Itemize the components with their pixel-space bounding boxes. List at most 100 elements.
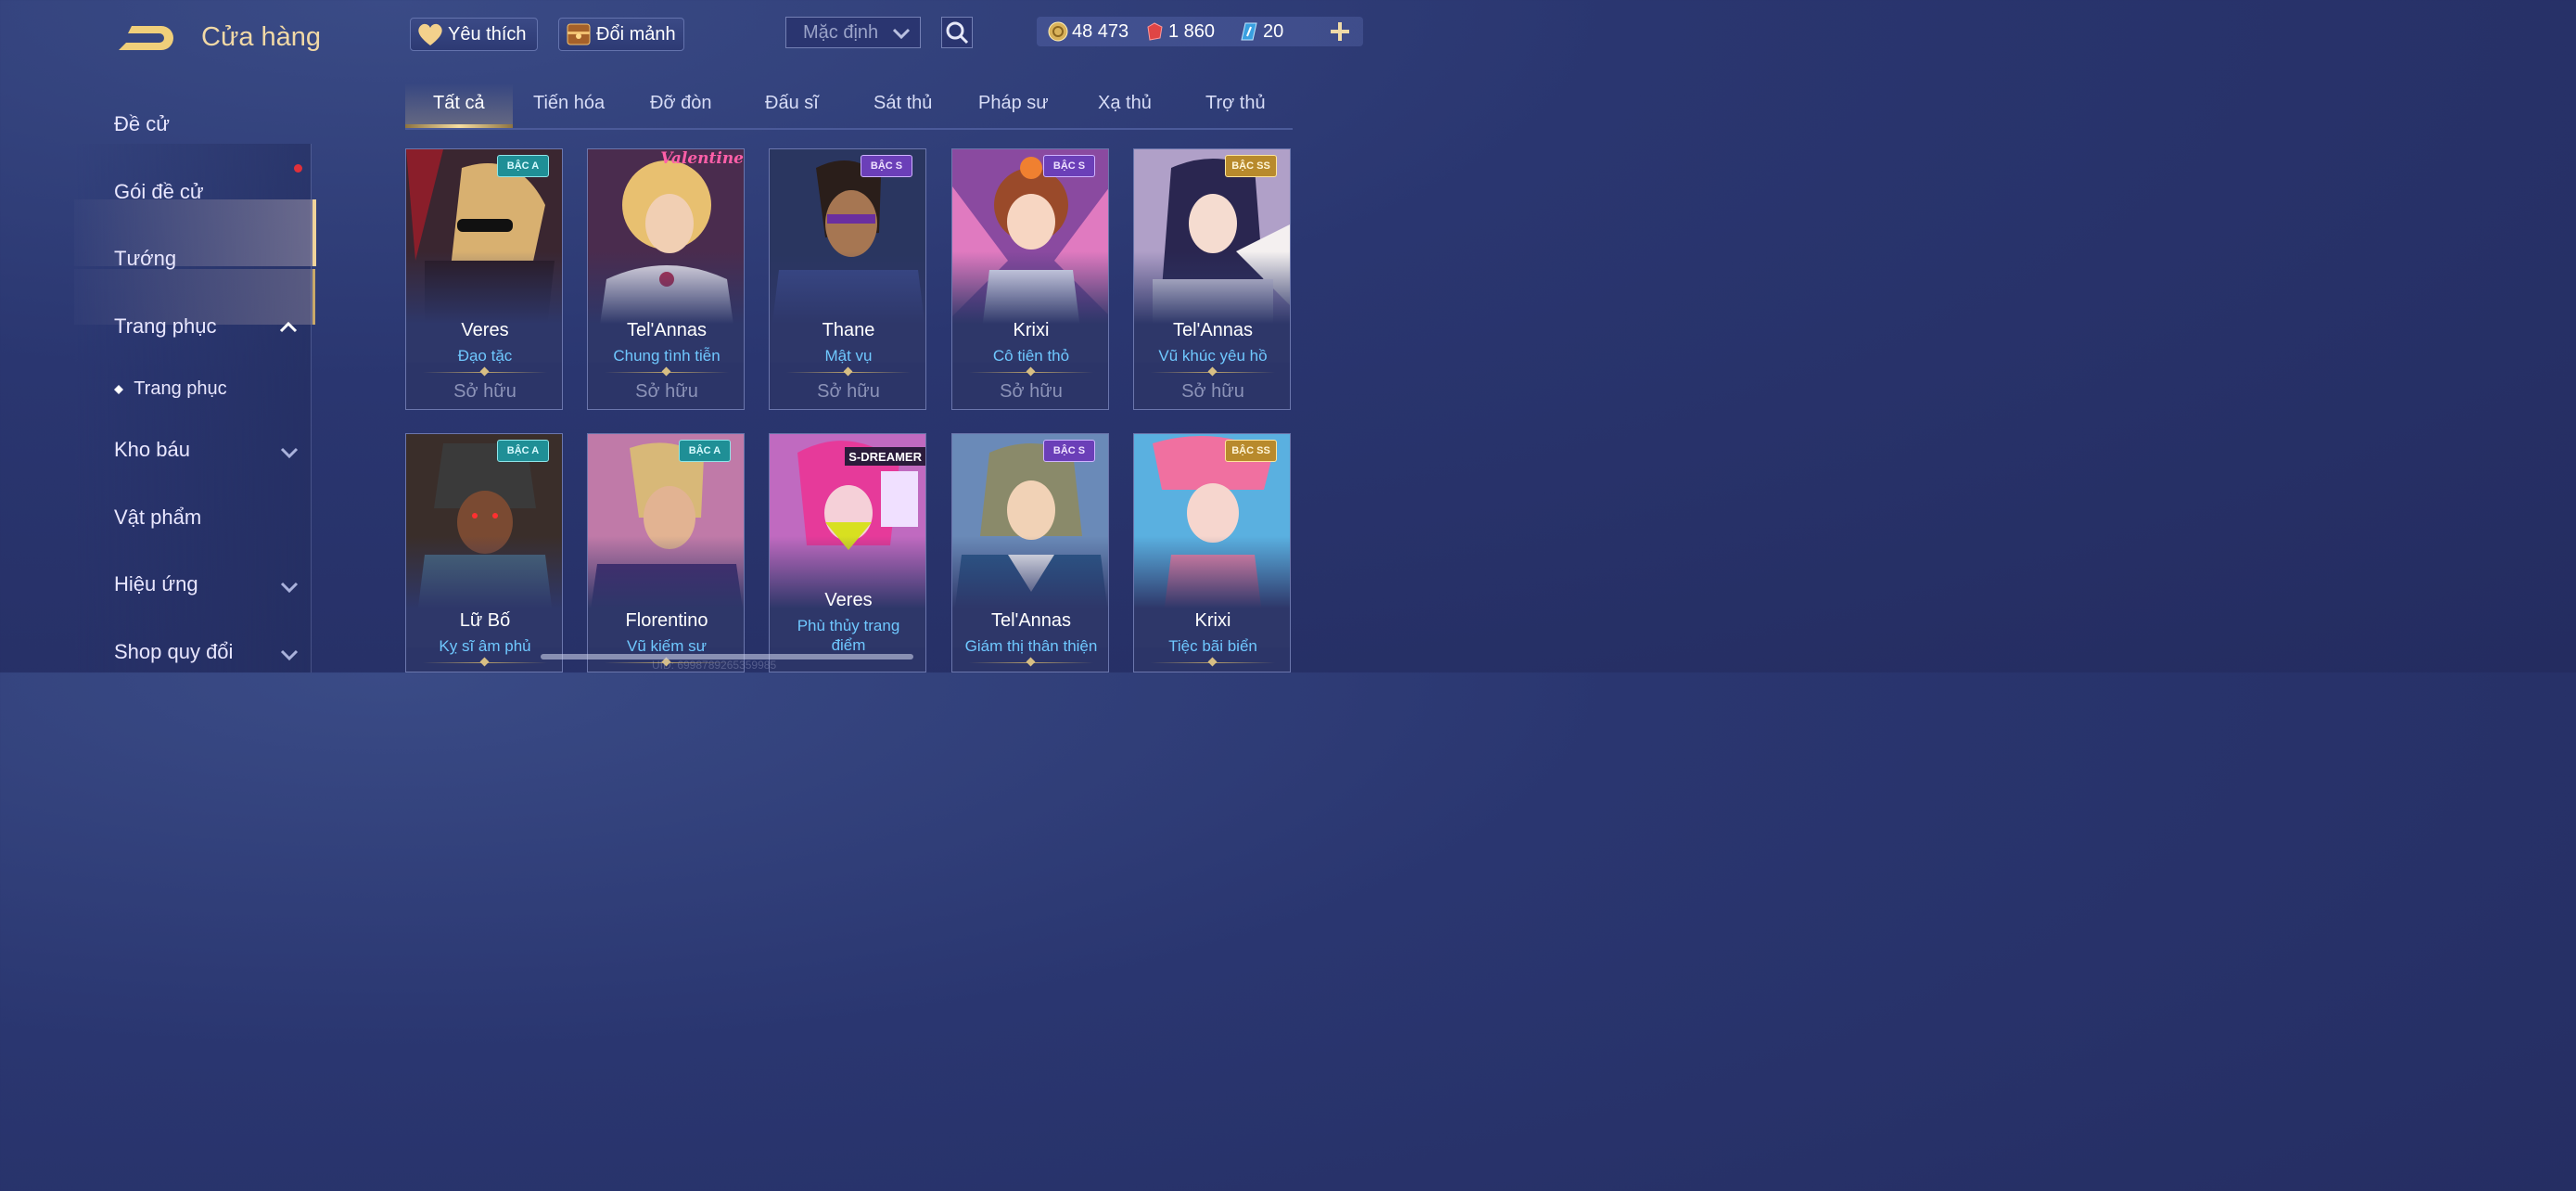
skin-name: Tiệc bãi biển [1168,637,1257,655]
search-icon [946,21,969,45]
skin-card[interactable]: BẬC S Thane Mật vụ Sở hữu [769,148,926,410]
ruby-icon [1144,21,1165,42]
hero-name: Veres [824,590,873,610]
skin-card[interactable]: BẬC SS Tel'Annas Vũ khúc yêu hồ Sở hữu [1133,148,1291,410]
voucher-currency: 20 [1239,17,1283,46]
exchange-shard-button[interactable]: Đổi mảnh [558,18,684,51]
hero-name: Tel'Annas [626,320,708,340]
hero-name: Tel'Annas [1172,320,1254,340]
sidebar-item-label: Kho báu [114,438,190,461]
favorite-button[interactable]: Yêu thích [410,18,538,51]
gold-coin-icon [1048,21,1068,42]
divider [423,657,547,667]
skin-name: Vũ khúc yêu hồ [1158,347,1268,365]
skin-card[interactable]: BẬC A Florentino Vũ kiếm sư [587,433,745,672]
chevron-up-icon [278,316,299,340]
sidebar-item-effects[interactable]: Hiệu ứng [114,572,299,596]
tier-badge: BẬC S [1043,440,1095,462]
ruby-amount: 1 860 [1168,20,1216,42]
exchange-label: Đổi mảnh [596,23,676,45]
sidebar-item-label: Tướng [114,247,177,270]
skin-name: Giám thị thân thiện [964,637,1098,655]
divider [605,366,729,377]
tier-badge: BẬC A [497,155,549,177]
tier-badge: BẬC S [861,155,912,177]
favorite-label: Yêu thích [448,23,527,45]
tier-badge: BẬC S [1043,155,1095,177]
skin-card[interactable]: BẬC S Krixi Cô tiên thỏ Sở hữu [951,148,1109,410]
back-arrow-icon [119,26,173,50]
sidebar-item-label: Vật phẩm [114,506,202,529]
owned-status: Sở hữu [635,381,698,402]
sidebar-item-recommended-packs[interactable]: Gói đề cử [114,180,204,204]
chevron-down-icon [279,644,300,668]
tab-all[interactable]: Tất cả [433,93,485,114]
divider [969,657,1093,667]
tab-active-underline [405,124,513,128]
owned-status: Sở hữu [1181,381,1244,402]
tab-assassin[interactable]: Sát thủ [874,93,932,114]
shop-screen: Cửa hàng Yêu thích Đổi mảnh Mặc định 48 … [0,0,1454,672]
skin-card[interactable]: S-DREAMER Veres Phù thủy trang điểm [769,433,926,672]
hero-name: Krixi [1013,320,1050,340]
sidebar-item-exchange-shop[interactable]: Shop quy đổi [114,640,299,664]
back-button[interactable] [113,20,176,56]
skin-name: Mật vụ [824,347,873,365]
divider [1151,657,1275,667]
sidebar-item-items[interactable]: Vật phẩm [114,506,201,530]
skin-card[interactable]: BẬC A Lữ Bố Kỵ sĩ âm phủ [405,433,563,672]
skin-name: Vũ kiếm sư [626,637,707,655]
skin-card[interactable]: BẬC SS Krixi Tiệc bãi biển [1133,433,1291,672]
skin-card[interactable]: BẬC A Veres Đạo tặc Sở hữu [405,148,563,410]
hero-name: Thane [822,320,875,340]
divider [1151,366,1275,377]
voucher-icon [1239,21,1259,42]
tab-mage[interactable]: Pháp sư [978,93,1049,114]
sidebar-item-label: Shop quy đổi [114,640,234,663]
sidebar-item-heroes[interactable]: Tướng [114,247,176,271]
tab-fighter[interactable]: Đấu sĩ [765,93,819,114]
hero-name: Veres [461,320,509,340]
skin-name: Kỵ sĩ âm phủ [439,637,531,655]
sort-dropdown[interactable]: Mặc định [785,17,921,48]
tab-tank[interactable]: Đỡ đòn [650,93,711,114]
skin-name: Chung tình tiễn [613,347,721,365]
sidebar-item-label: Đề cử [114,112,170,135]
hero-name: Krixi [1194,610,1231,631]
sidebar-item-label: Trang phục [114,314,217,338]
sidebar-subitem-costume[interactable]: Trang phục [114,378,227,400]
owned-status: Sở hữu [1000,381,1063,402]
tier-badge: BẬC SS [1225,155,1277,177]
hero-name: Florentino [625,610,708,631]
diamond-bullet-icon [114,385,123,394]
sidebar-item-costume-active[interactable] [74,199,316,266]
ruby-currency: 1 860 [1144,17,1215,46]
tab-evolution[interactable]: Tiến hóa [533,93,605,114]
owned-status: Sở hữu [453,381,516,402]
add-currency-button[interactable] [1327,17,1353,46]
currency-bar: 48 473 1 860 20 [1037,17,1363,46]
skin-card[interactable]: BẬC S Tel'Annas Giám thị thân thiện [951,433,1109,672]
plus-icon [1331,22,1349,41]
sort-value: Mặc định [803,21,879,43]
tab-marksman[interactable]: Xạ thủ [1098,93,1152,114]
sidebar-subitem-label: Trang phục [134,378,227,399]
search-button[interactable] [941,17,973,48]
divider [969,366,1093,377]
sidebar-item-treasure[interactable]: Kho báu [114,438,299,462]
divider [423,366,547,377]
hero-name: Lữ Bố [459,610,511,631]
sidebar-item-costume[interactable]: Trang phục [114,314,298,339]
voucher-amount: 20 [1263,20,1284,42]
sidebar-item-recommended[interactable]: Đề cử [114,112,170,136]
divider [786,366,911,377]
chevron-down-icon [279,442,300,466]
tier-badge: BẬC A [497,440,549,462]
tab-support[interactable]: Trợ thủ [1205,93,1266,114]
gold-currency: 48 473 [1048,17,1129,46]
chevron-down-icon [892,25,911,46]
skin-card[interactable]: Valentine Tel'Annas Chung tình tiễn Sở h… [587,148,745,410]
user-id: UID: 6998789265359985 [652,659,777,672]
event-tag: S-DREAMER [845,447,925,466]
skin-name: Phù thủy trang điểm [797,617,900,654]
